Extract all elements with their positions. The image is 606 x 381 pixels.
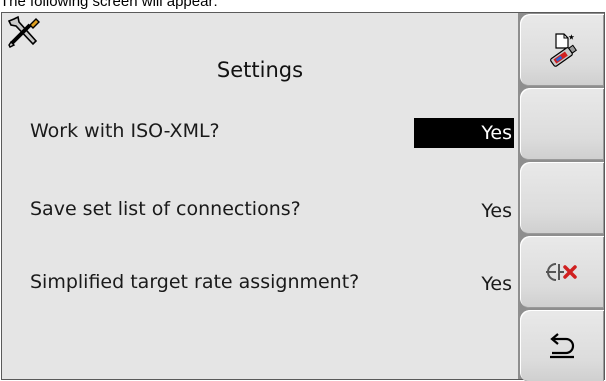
disconnect-softkey[interactable] bbox=[520, 236, 604, 308]
setting-label: Save set list of connections? bbox=[30, 198, 301, 220]
page-caption: The following screen will appear: bbox=[0, 0, 218, 10]
setting-value[interactable]: Yes bbox=[414, 269, 514, 299]
setting-value[interactable]: Yes bbox=[414, 196, 514, 226]
setting-row-iso-xml[interactable]: Work with ISO-XML? Yes bbox=[2, 118, 514, 148]
back-softkey[interactable] bbox=[520, 310, 604, 381]
setting-row-save-connections[interactable]: Save set list of connections? Yes bbox=[2, 196, 514, 226]
empty-softkey-2[interactable] bbox=[520, 88, 604, 160]
page-title: Settings bbox=[216, 58, 304, 82]
terminal-screen: Settings Work with ISO-XML? Yes Save set… bbox=[1, 12, 605, 381]
setting-label: Simplified target rate assignment? bbox=[30, 271, 360, 293]
disconnect-icon bbox=[546, 263, 577, 281]
tools-icon bbox=[7, 15, 40, 48]
setting-label: Work with ISO-XML? bbox=[30, 120, 220, 142]
settings-panel: Settings Work with ISO-XML? Yes Save set… bbox=[2, 13, 518, 379]
back-icon bbox=[550, 333, 575, 359]
setting-row-target-rate[interactable]: Simplified target rate assignment? Yes bbox=[2, 269, 514, 299]
usb-stick-icon bbox=[550, 33, 577, 67]
empty-softkey-3[interactable] bbox=[520, 162, 604, 234]
usb-export-softkey[interactable] bbox=[520, 14, 604, 86]
setting-value[interactable]: Yes bbox=[414, 118, 514, 148]
softkey-bar bbox=[518, 13, 604, 381]
